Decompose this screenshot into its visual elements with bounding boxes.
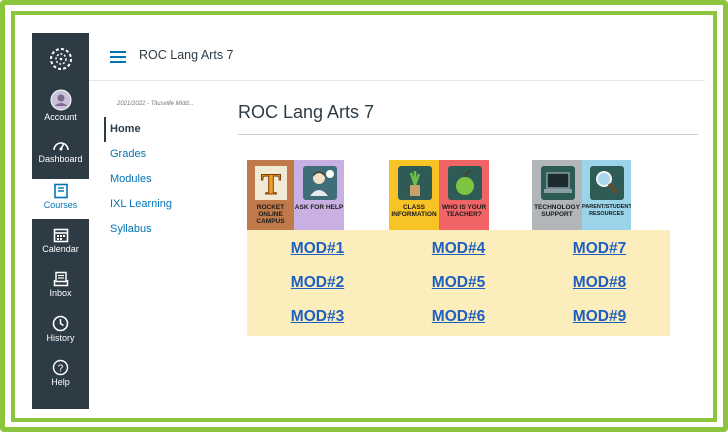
svg-text:?: ? <box>58 363 64 374</box>
course-nav-modules[interactable]: Modules <box>104 167 214 192</box>
nav-account[interactable]: Account <box>32 89 89 129</box>
nav-calendar[interactable]: Calendar <box>32 227 89 263</box>
course-nav: Home Grades Modules IXL Learning Syllabu… <box>104 117 214 242</box>
tile-caption: CLASS INFORMATION <box>391 204 437 218</box>
nav-help[interactable]: ? Help <box>32 359 89 395</box>
tile-who-is-your-teacher[interactable]: WHO IS YOUR TEACHER? <box>439 160 489 230</box>
book-icon <box>53 183 68 199</box>
tile-ask-for-help[interactable]: ASK FOR HELP <box>294 160 344 230</box>
module-link-label[interactable]: MOD#3 <box>291 308 344 326</box>
laptop-icon <box>539 164 576 202</box>
course-nav-home[interactable]: Home <box>104 117 214 142</box>
module-link-1[interactable]: MOD#1 <box>247 232 388 266</box>
module-link-label[interactable]: MOD#6 <box>432 308 485 326</box>
tile-caption: PARENT/STUDENT RESOURCES <box>582 204 631 217</box>
nav-history-label: History <box>46 333 75 343</box>
avatar-icon <box>50 89 71 111</box>
module-link-label[interactable]: MOD#7 <box>573 240 626 258</box>
module-link-label[interactable]: MOD#2 <box>291 274 344 292</box>
help-icon: ? <box>52 359 69 376</box>
svg-text:T: T <box>260 168 280 201</box>
canvas-logo-icon[interactable] <box>32 39 89 79</box>
clock-icon <box>52 315 69 332</box>
person-icon <box>301 164 338 202</box>
page-title: ROC Lang Arts 7 <box>238 102 375 122</box>
nav-inbox-label: Inbox <box>49 288 72 298</box>
breadcrumb-course-title[interactable]: ROC Lang Arts 7 <box>139 48 234 62</box>
nav-history[interactable]: History <box>32 315 89 351</box>
nav-courses[interactable]: Courses <box>32 179 89 219</box>
module-link-label[interactable]: MOD#8 <box>573 274 626 292</box>
module-link-3[interactable]: MOD#3 <box>247 300 388 334</box>
module-link-label[interactable]: MOD#5 <box>432 274 485 292</box>
module-link-label[interactable]: MOD#4 <box>432 240 485 258</box>
tile-technology-support[interactable]: TECHNOLOGY SUPPORT <box>532 160 582 230</box>
nav-calendar-label: Calendar <box>42 244 79 254</box>
module-link-7[interactable]: MOD#7 <box>529 232 670 266</box>
apple-icon <box>446 164 483 202</box>
hamburger-menu-icon[interactable] <box>110 51 126 63</box>
tile-caption: WHO IS YOUR TEACHER? <box>441 204 487 218</box>
module-link-6[interactable]: MOD#6 <box>388 300 529 334</box>
module-link-5[interactable]: MOD#5 <box>388 266 529 300</box>
term-label: 2021/2022 - Titusville Midd... <box>117 101 194 107</box>
calendar-icon <box>53 228 68 243</box>
nav-dashboard[interactable]: Dashboard <box>32 137 89 173</box>
nav-help-label: Help <box>51 377 70 387</box>
nav-account-label: Account <box>44 112 77 122</box>
title-divider <box>238 134 698 135</box>
tile-caption: TECHNOLOGY SUPPORT <box>534 204 580 218</box>
tile-caption: ROCKET ONLINE CAMPUS <box>256 204 285 225</box>
tile-rocket-online-campus[interactable]: T ROCKET ONLINE CAMPUS <box>247 160 294 230</box>
course-nav-syllabus[interactable]: Syllabus <box>104 217 214 242</box>
nav-dashboard-label: Dashboard <box>38 154 83 164</box>
tile-parent-student-resources[interactable]: PARENT/STUDENT RESOURCES <box>582 160 631 230</box>
module-link-9[interactable]: MOD#9 <box>529 300 670 334</box>
course-header: ROC Lang Arts 7 <box>89 33 705 81</box>
nav-inbox[interactable]: Inbox <box>32 271 89 307</box>
module-link-4[interactable]: MOD#4 <box>388 232 529 266</box>
module-link-8[interactable]: MOD#8 <box>529 266 670 300</box>
module-link-label[interactable]: MOD#1 <box>291 240 344 258</box>
link-tiles: T ROCKET ONLINE CAMPUS ASK FOR HELP CLAS… <box>247 160 670 230</box>
modules-grid: MOD#1 MOD#4 MOD#7 MOD#2 MOD#5 MOD#8 MOD#… <box>247 230 670 336</box>
module-link-2[interactable]: MOD#2 <box>247 266 388 300</box>
plant-icon <box>396 164 433 202</box>
inbox-icon <box>53 271 68 287</box>
course-nav-grades[interactable]: Grades <box>104 142 214 167</box>
course-nav-ixl-learning[interactable]: IXL Learning <box>104 192 214 217</box>
rocket-t-icon: T <box>252 164 289 202</box>
global-nav: Account Dashboard Courses Calendar Inbox… <box>32 33 89 409</box>
nav-courses-label: Courses <box>43 200 78 210</box>
dashboard-icon <box>52 142 69 151</box>
module-link-label[interactable]: MOD#9 <box>573 308 626 326</box>
tile-class-information[interactable]: CLASS INFORMATION <box>389 160 439 230</box>
tile-caption: ASK FOR HELP <box>294 204 344 211</box>
magnifier-icon <box>588 164 625 202</box>
